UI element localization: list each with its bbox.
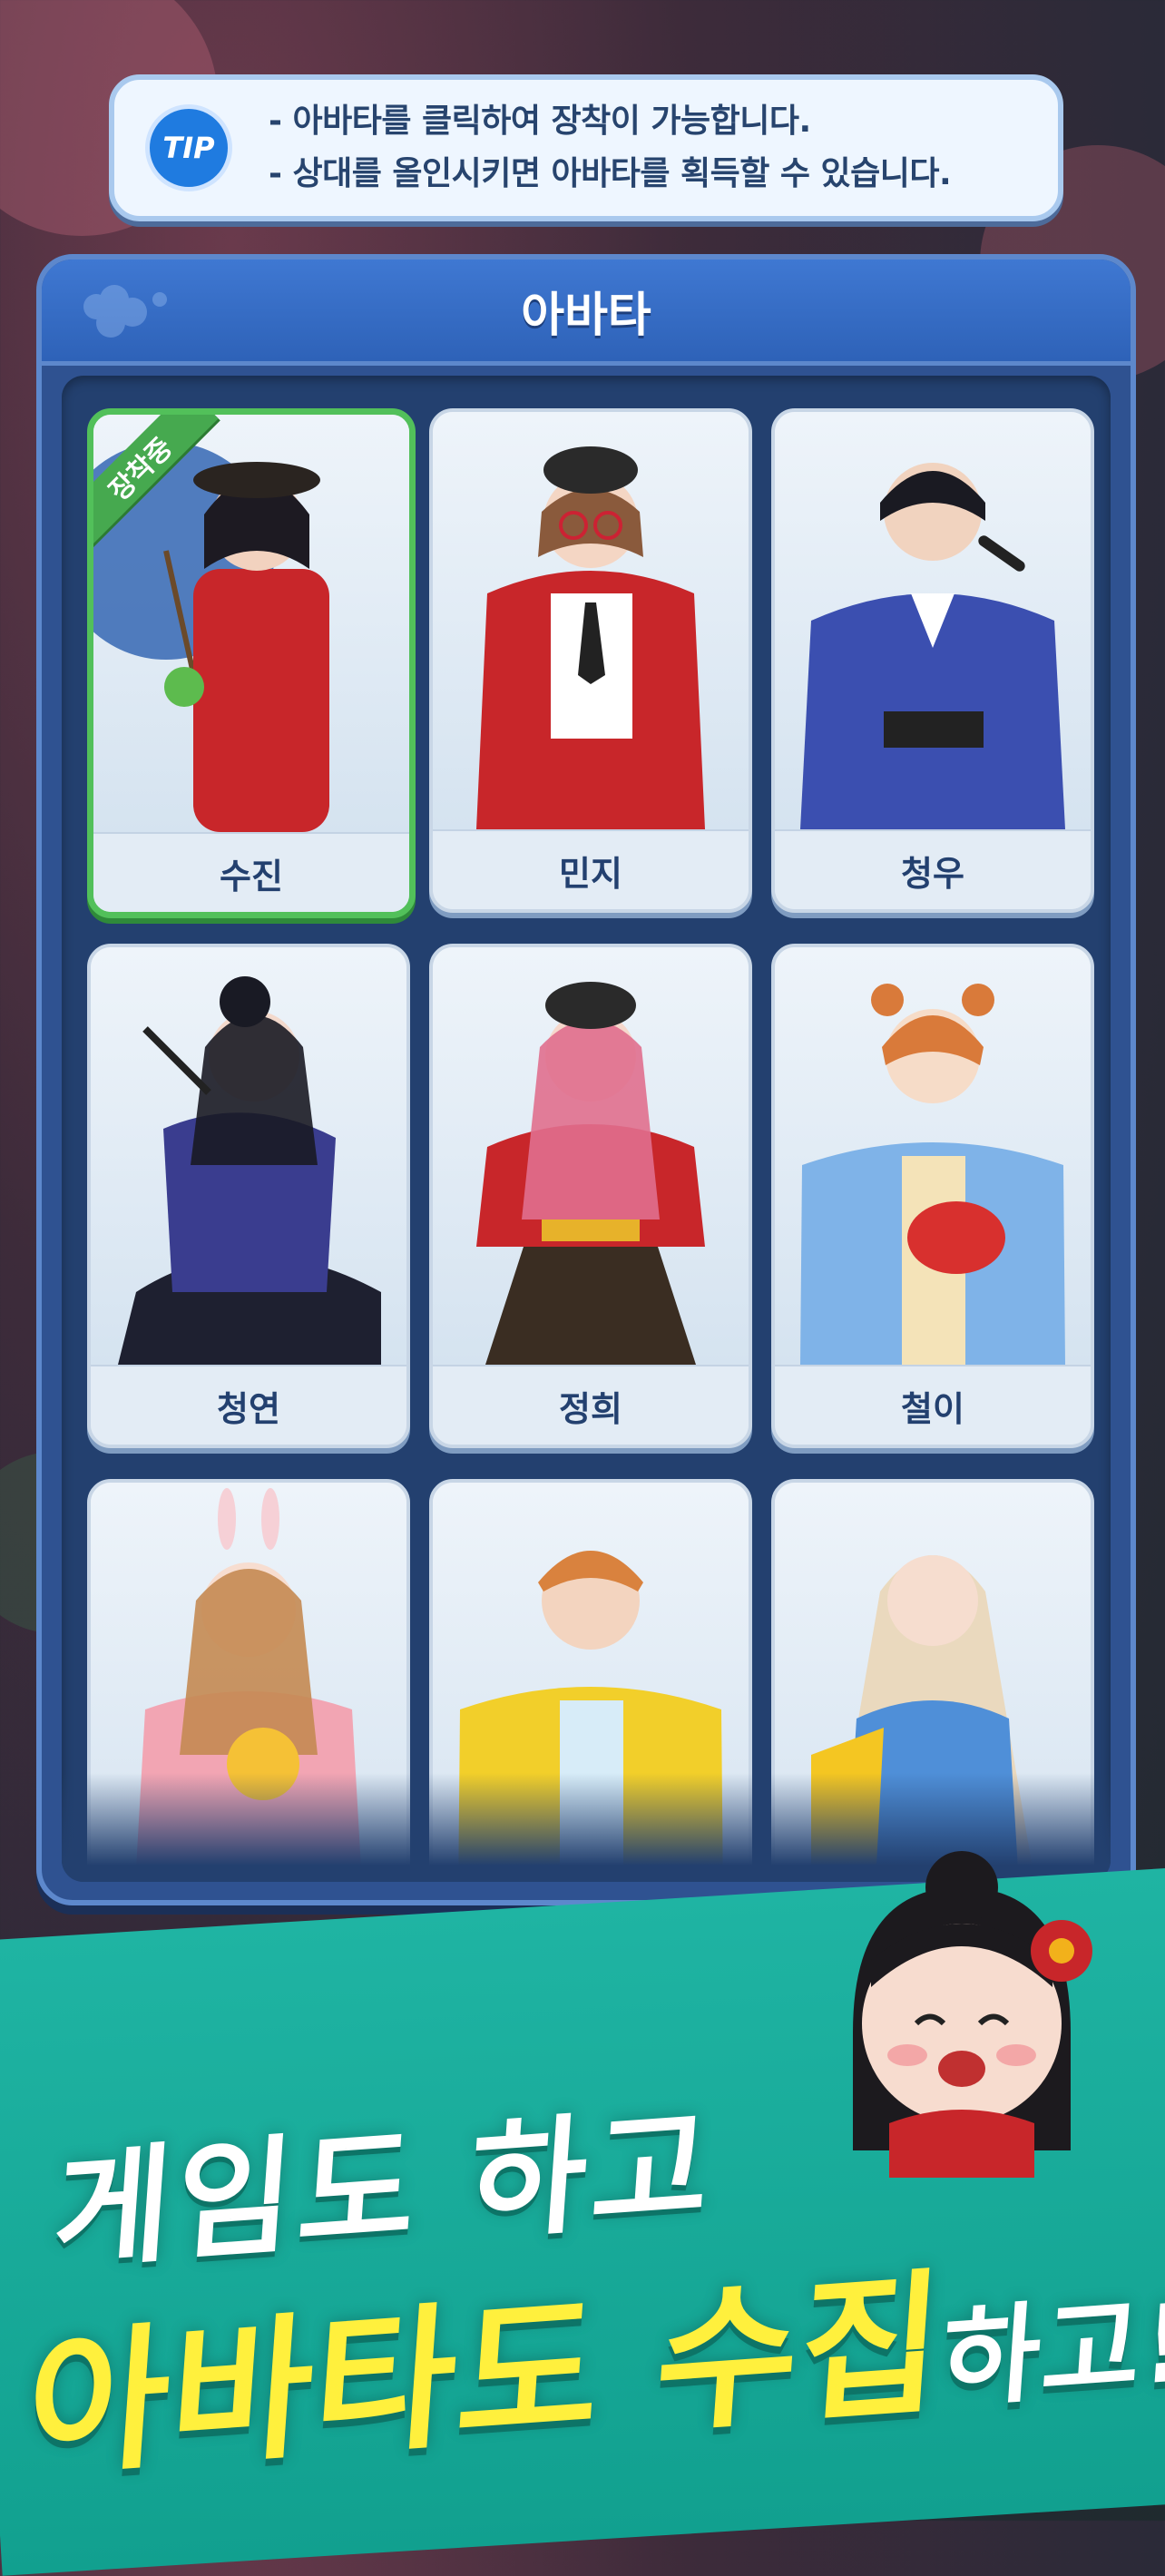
tip-icon: TIP: [145, 104, 232, 191]
avatar-card-sujin[interactable]: 장착중 수진: [87, 408, 416, 918]
tip-text: - 아바타를 클릭하여 장착이 가능합니다. - 상대를 올인시키면 아바타를 …: [269, 95, 952, 201]
tip-line-acquire: - 상대를 올인시키면 아바타를 획득할 수 있습니다.: [269, 155, 952, 192]
panel-title: 아바타: [521, 288, 651, 343]
avatar-grid-container: 장착중 수진 민지 청우 청연 정희 철이: [62, 376, 1111, 1882]
avatar-name: 청우: [775, 829, 1091, 909]
avatar-name: 수진: [93, 832, 409, 912]
avatar-panel: 아바타 장착중 수진 민지 청우 청연 정희 철이: [36, 254, 1136, 1905]
avatar-card-jeonghui[interactable]: 정희: [429, 944, 752, 1448]
avatar-name: 청연: [91, 1365, 406, 1445]
avatar-name: 민지: [433, 829, 749, 909]
avatar-card-minji[interactable]: 민지: [429, 408, 752, 913]
avatar-portrait: [775, 412, 1091, 829]
avatar-portrait: [433, 412, 749, 829]
promo-headline-suffix: 하고!: [937, 2278, 1165, 2424]
avatar-name: 철이: [775, 1365, 1091, 1445]
avatar-portrait: [775, 947, 1091, 1365]
panel-header: 아바타: [42, 260, 1131, 366]
flower-decoration-icon: [83, 285, 167, 338]
avatar-portrait: [433, 947, 749, 1365]
avatar-portrait: [91, 947, 406, 1365]
avatar-card-cheoli[interactable]: 철이: [771, 944, 1094, 1448]
tip-box: TIP - 아바타를 클릭하여 장착이 가능합니다. - 상대를 올인시키면 아…: [109, 74, 1063, 221]
mascot-character-icon: [853, 1851, 1092, 2178]
tip-line-equip: - 아바타를 클릭하여 장착이 가능합니다.: [269, 103, 811, 140]
avatar-card-cheongyeon[interactable]: 청연: [87, 944, 410, 1448]
avatar-card-cheongwoo[interactable]: 청우: [771, 408, 1094, 913]
avatar-name: 정희: [433, 1365, 749, 1445]
